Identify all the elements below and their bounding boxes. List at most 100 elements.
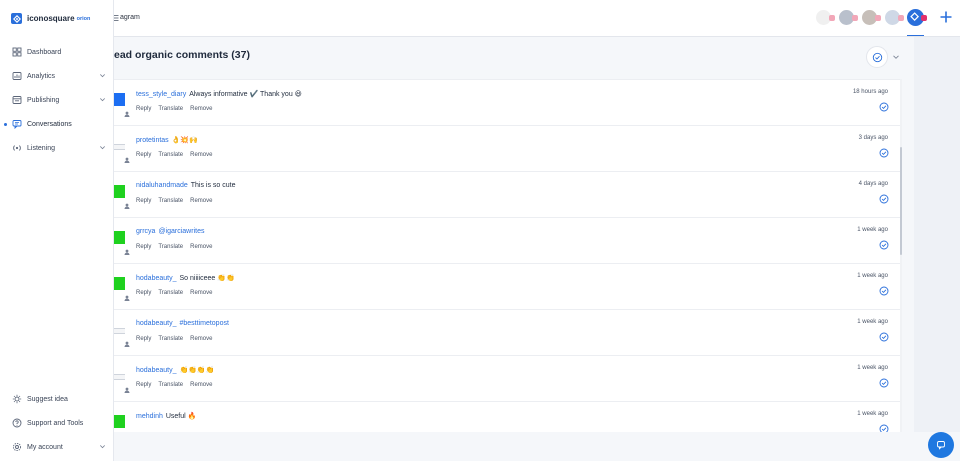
remove-button[interactable]: Remove <box>190 382 212 388</box>
comment-text: grrcya @igarciawrites <box>136 228 207 235</box>
chevron-down-icon[interactable] <box>892 53 900 61</box>
translate-button[interactable]: Translate <box>158 244 183 250</box>
mark-all-read-button[interactable] <box>866 46 888 68</box>
user-icon <box>124 203 130 209</box>
instagram-badge-icon <box>898 15 904 21</box>
sidebar-item-listening[interactable]: Listening <box>0 136 114 160</box>
comment-row[interactable]: protetintas 👌💥🙌 Reply Translate Remove 3 da… <box>114 126 900 172</box>
comment-actions: Reply Translate Remove <box>136 336 219 342</box>
page-footer-area <box>114 432 960 461</box>
chevron-down-icon[interactable] <box>99 96 106 103</box>
comment-username[interactable]: nidaluhandmade <box>136 182 188 189</box>
current-account-avatar[interactable] <box>907 9 927 36</box>
sidebar-item-label: Listening <box>27 144 56 152</box>
commenter-avatar <box>123 294 131 302</box>
instagram-badge-icon <box>875 15 881 21</box>
comment-username[interactable]: hodabeauty_ <box>136 320 176 327</box>
check-circle-icon <box>872 52 882 62</box>
translate-button[interactable]: Translate <box>158 336 183 342</box>
comment-row[interactable]: hodabeauty_ So niiiiceee 👏👏 Reply Translat… <box>114 264 900 310</box>
comment-username[interactable]: mehdinh <box>136 413 163 420</box>
reply-button[interactable]: Reply <box>136 290 151 296</box>
translate-button[interactable]: Translate <box>158 382 183 388</box>
reply-button[interactable]: Reply <box>136 198 151 204</box>
remove-button[interactable]: Remove <box>190 244 212 250</box>
sidebar-item-suggest-idea[interactable]: Suggest idea <box>0 387 114 411</box>
scrollbar-thumb[interactable] <box>900 147 902 255</box>
comment-timestamp: 1 week ago <box>857 411 888 417</box>
reply-button[interactable]: Reply <box>136 244 151 250</box>
user-icon <box>124 111 130 117</box>
translate-button[interactable]: Translate <box>158 152 183 158</box>
add-account-button[interactable] <box>938 9 954 25</box>
post-thumbnail[interactable] <box>114 277 125 290</box>
mark-read-check-icon[interactable] <box>879 194 889 204</box>
comment-timestamp: 18 hours ago <box>852 89 888 95</box>
account-avatar[interactable] <box>861 9 881 26</box>
mark-read-check-icon[interactable] <box>879 148 889 158</box>
comment-row[interactable]: mehdinh Useful 🔥 1 week ago <box>114 402 900 432</box>
account-avatar[interactable] <box>815 9 835 26</box>
post-thumbnail[interactable] <box>114 231 125 244</box>
post-thumbnail[interactable] <box>114 415 125 428</box>
translate-button[interactable]: Translate <box>158 106 183 112</box>
post-thumbnail[interactable] <box>114 93 125 106</box>
comment-username[interactable]: hodabeauty_ <box>136 367 176 374</box>
instagram-badge-icon <box>921 15 927 21</box>
comment-row[interactable]: hodabeauty_ #besttimetopost Reply Translat… <box>114 310 900 356</box>
mark-read-check-icon[interactable] <box>879 102 889 112</box>
sidebar-item-conversations[interactable]: Conversations <box>0 112 114 136</box>
reply-button[interactable]: Reply <box>136 152 151 158</box>
reply-button[interactable]: Reply <box>136 382 151 388</box>
dashboard-icon <box>12 47 22 57</box>
post-thumbnail[interactable] <box>114 185 125 198</box>
translate-button[interactable]: Translate <box>158 198 183 204</box>
remove-button[interactable]: Remove <box>190 336 212 342</box>
comment-body[interactable]: @igarciawrites <box>158 228 204 235</box>
instagram-badge-icon <box>829 15 835 21</box>
comment-username[interactable]: tess_style_diary <box>136 91 186 98</box>
chevron-down-icon[interactable] <box>99 144 106 151</box>
chevron-down-icon[interactable] <box>99 443 106 450</box>
mark-read-check-icon[interactable] <box>879 378 889 388</box>
mark-read-check-icon[interactable] <box>879 332 889 342</box>
reply-button[interactable]: Reply <box>136 336 151 342</box>
post-thumbnail[interactable] <box>114 144 125 150</box>
comment-body: This is so cute <box>190 182 236 189</box>
mark-read-check-icon[interactable] <box>879 286 889 296</box>
remove-button[interactable]: Remove <box>190 198 212 204</box>
sidebar-item-publishing[interactable]: Publishing <box>0 88 114 112</box>
comment-username[interactable]: grrcya <box>136 228 155 235</box>
commenter-avatar <box>123 340 131 348</box>
account-name[interactable]: agram <box>120 14 140 21</box>
remove-button[interactable]: Remove <box>190 106 212 112</box>
top-bar: agram <box>111 0 960 37</box>
chat-support-button[interactable] <box>928 432 954 458</box>
comment-body: So niiiiceee 👏👏 <box>179 275 235 282</box>
comment-username[interactable]: protetintas <box>136 137 169 144</box>
account-avatar[interactable] <box>884 9 904 26</box>
comments-panel: ead organic comments (37) tess_style_dia… <box>114 37 914 432</box>
translate-button[interactable]: Translate <box>158 290 183 296</box>
remove-button[interactable]: Remove <box>190 152 212 158</box>
reply-button[interactable]: Reply <box>136 106 151 112</box>
sidebar-item-dashboard[interactable]: Dashboard <box>0 40 114 64</box>
account-avatar[interactable] <box>838 9 858 26</box>
comment-row[interactable]: grrcya @igarciawrites Reply Translate Remov… <box>114 218 900 264</box>
post-thumbnail[interactable] <box>114 374 125 380</box>
scrollbar-track[interactable] <box>900 79 902 432</box>
comment-username[interactable]: hodabeauty_ <box>136 275 176 282</box>
comment-row[interactable]: tess_style_diary Always informative ✔️ Th… <box>114 80 900 126</box>
mark-read-check-icon[interactable] <box>879 424 889 432</box>
remove-button[interactable]: Remove <box>190 290 212 296</box>
brand[interactable]: iconosquare orion <box>11 13 90 24</box>
sidebar-item-support[interactable]: Support and Tools <box>0 411 114 435</box>
chevron-down-icon[interactable] <box>99 72 106 79</box>
mark-read-check-icon[interactable] <box>879 240 889 250</box>
comment-row[interactable]: hodabeauty_ 👏👏👏👏 Reply Translate Remove 1 w… <box>114 356 900 402</box>
comment-row[interactable]: nidaluhandmade This is so cute Reply Trans… <box>114 172 900 218</box>
sidebar-item-analytics[interactable]: Analytics <box>0 64 114 88</box>
post-thumbnail[interactable] <box>114 328 125 334</box>
comment-body[interactable]: #besttimetopost <box>179 320 228 327</box>
sidebar-item-my-account[interactable]: My account <box>0 435 114 459</box>
